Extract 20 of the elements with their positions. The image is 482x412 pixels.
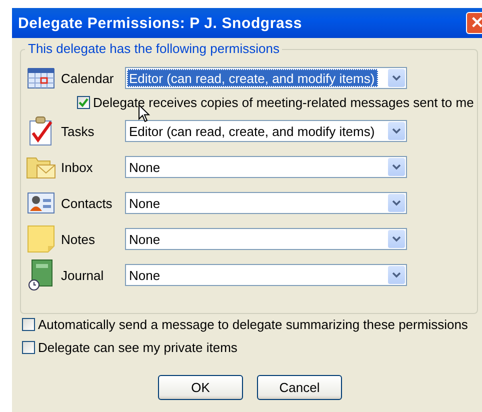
- checkbox-label: Delegate receives copies of meeting-related messages sent to me: [93, 94, 474, 110]
- folder-label: Inbox: [61, 160, 94, 174]
- dialog-button[interactable]: OK: [158, 375, 243, 400]
- window-title: Delegate Permissions: P J. Snodgrass: [18, 14, 302, 32]
- permission-dropdown[interactable]: Editor (can read, create, and modify items): [125, 120, 407, 142]
- folder-label: Calendar: [61, 70, 115, 86]
- folder-label: Tasks: [61, 124, 96, 138]
- folder-label: Contacts: [61, 196, 114, 210]
- checkbox-label: Delegate can see my private items: [38, 340, 238, 355]
- permission-dropdown[interactable]: None: [125, 264, 407, 286]
- permission-dropdown[interactable]: None: [125, 192, 407, 214]
- folder-label: Journal: [61, 268, 105, 282]
- group-title: This delegate has the following permissions: [25, 41, 282, 56]
- close-button[interactable]: ✕: [466, 12, 482, 34]
- permission-dropdown[interactable]: None: [125, 156, 407, 178]
- folder-label: Notes: [61, 232, 96, 246]
- dialog-button[interactable]: Cancel: [257, 375, 342, 400]
- permission-dropdown[interactable]: Editor (can read, create, and modify items): [125, 67, 407, 89]
- permission-dropdown[interactable]: None: [125, 228, 407, 250]
- checkbox-label: Automatically send a message to delegate summarizing these permissions: [38, 317, 468, 332]
